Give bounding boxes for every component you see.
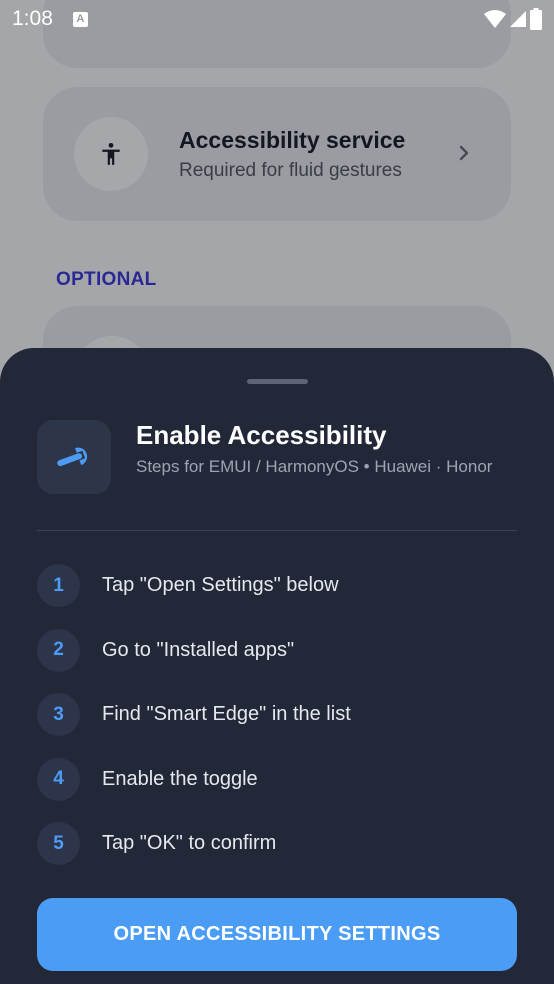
open-accessibility-settings-button[interactable]: OPEN ACCESSIBILITY SETTINGS	[37, 898, 517, 971]
step-number-badge: 5	[37, 822, 80, 865]
notification-icon: A	[72, 11, 88, 27]
battery-icon	[530, 8, 542, 35]
step-item: 4 Enable the toggle	[37, 757, 517, 823]
step-item: 5 Tap "OK" to confirm	[37, 822, 517, 887]
step-text: Enable the toggle	[102, 767, 258, 790]
step-number-badge: 2	[37, 628, 80, 672]
cell-signal-icon	[510, 10, 526, 33]
step-text: Find "Smart Edge" in the list	[102, 703, 351, 725]
wifi-icon	[484, 9, 506, 34]
step-text: Go to "Installed apps"	[102, 638, 295, 661]
divider	[37, 530, 517, 531]
step-number-badge: 1	[37, 564, 80, 607]
status-time: 1:08	[12, 7, 53, 30]
step-text: Tap "OK" to confirm	[102, 832, 277, 854]
drag-handle[interactable]	[247, 379, 308, 384]
step-item: 3 Find "Smart Edge" in the list	[37, 693, 517, 758]
step-number-badge: 4	[37, 757, 80, 801]
sheet-subtitle: Steps for EMUI / HarmonyOS • Huawei · Ho…	[136, 457, 493, 476]
step-text: Tap "Open Settings" below	[102, 574, 339, 596]
status-bar: 1:08 A	[0, 0, 554, 38]
bottom-sheet: Enable Accessibility Steps for EMUI / Ha…	[0, 348, 554, 984]
step-number-badge: 3	[37, 693, 80, 736]
step-item: 2 Go to "Installed apps"	[37, 628, 517, 694]
wrench-icon	[37, 420, 111, 494]
steps-list: 1 Tap "Open Settings" below 2 Go to "Ins…	[37, 564, 517, 887]
sheet-title: Enable Accessibility	[136, 420, 387, 450]
step-item: 1 Tap "Open Settings" below	[37, 564, 517, 629]
